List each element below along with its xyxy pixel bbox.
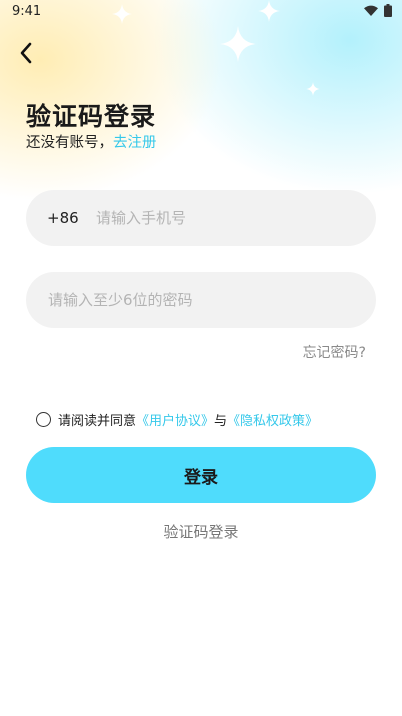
password-input[interactable] [48, 272, 368, 328]
chevron-left-icon[interactable] [14, 40, 40, 66]
status-icons [364, 4, 392, 17]
page-title: 验证码登录 [26, 102, 157, 131]
register-prompt: 还没有账号，去注册 [26, 131, 157, 152]
status-time: 9:41 [12, 4, 42, 19]
agreement-checkbox[interactable] [36, 412, 51, 427]
battery-icon [384, 4, 392, 17]
phone-field: +86 [26, 190, 376, 246]
agreement-row: 请阅读并同意 《用户协议》与《隐私权政策》 [36, 410, 318, 429]
country-code[interactable]: +86 [47, 209, 79, 227]
status-bar: 9:41 [0, 0, 402, 24]
agreement-prefix: 请阅读并同意 [58, 414, 137, 429]
agreement-and: 与 [214, 414, 228, 429]
register-prompt-text: 还没有账号， [26, 135, 113, 151]
sparkle-decoration [220, 26, 256, 62]
alt-login-link[interactable]: 验证码登录 [0, 521, 402, 542]
forgot-password-link[interactable]: 忘记密码? [303, 342, 366, 362]
privacy-policy-link[interactable]: 《隐私权政策》 [227, 410, 318, 429]
phone-input[interactable] [96, 190, 366, 246]
login-button[interactable]: 登录 [26, 447, 376, 503]
sparkle-decoration [306, 82, 320, 96]
register-link[interactable]: 去注册 [113, 135, 157, 151]
wifi-icon [364, 5, 378, 16]
user-agreement-link[interactable]: 《用户协议》 [136, 410, 214, 429]
password-field [26, 272, 376, 328]
